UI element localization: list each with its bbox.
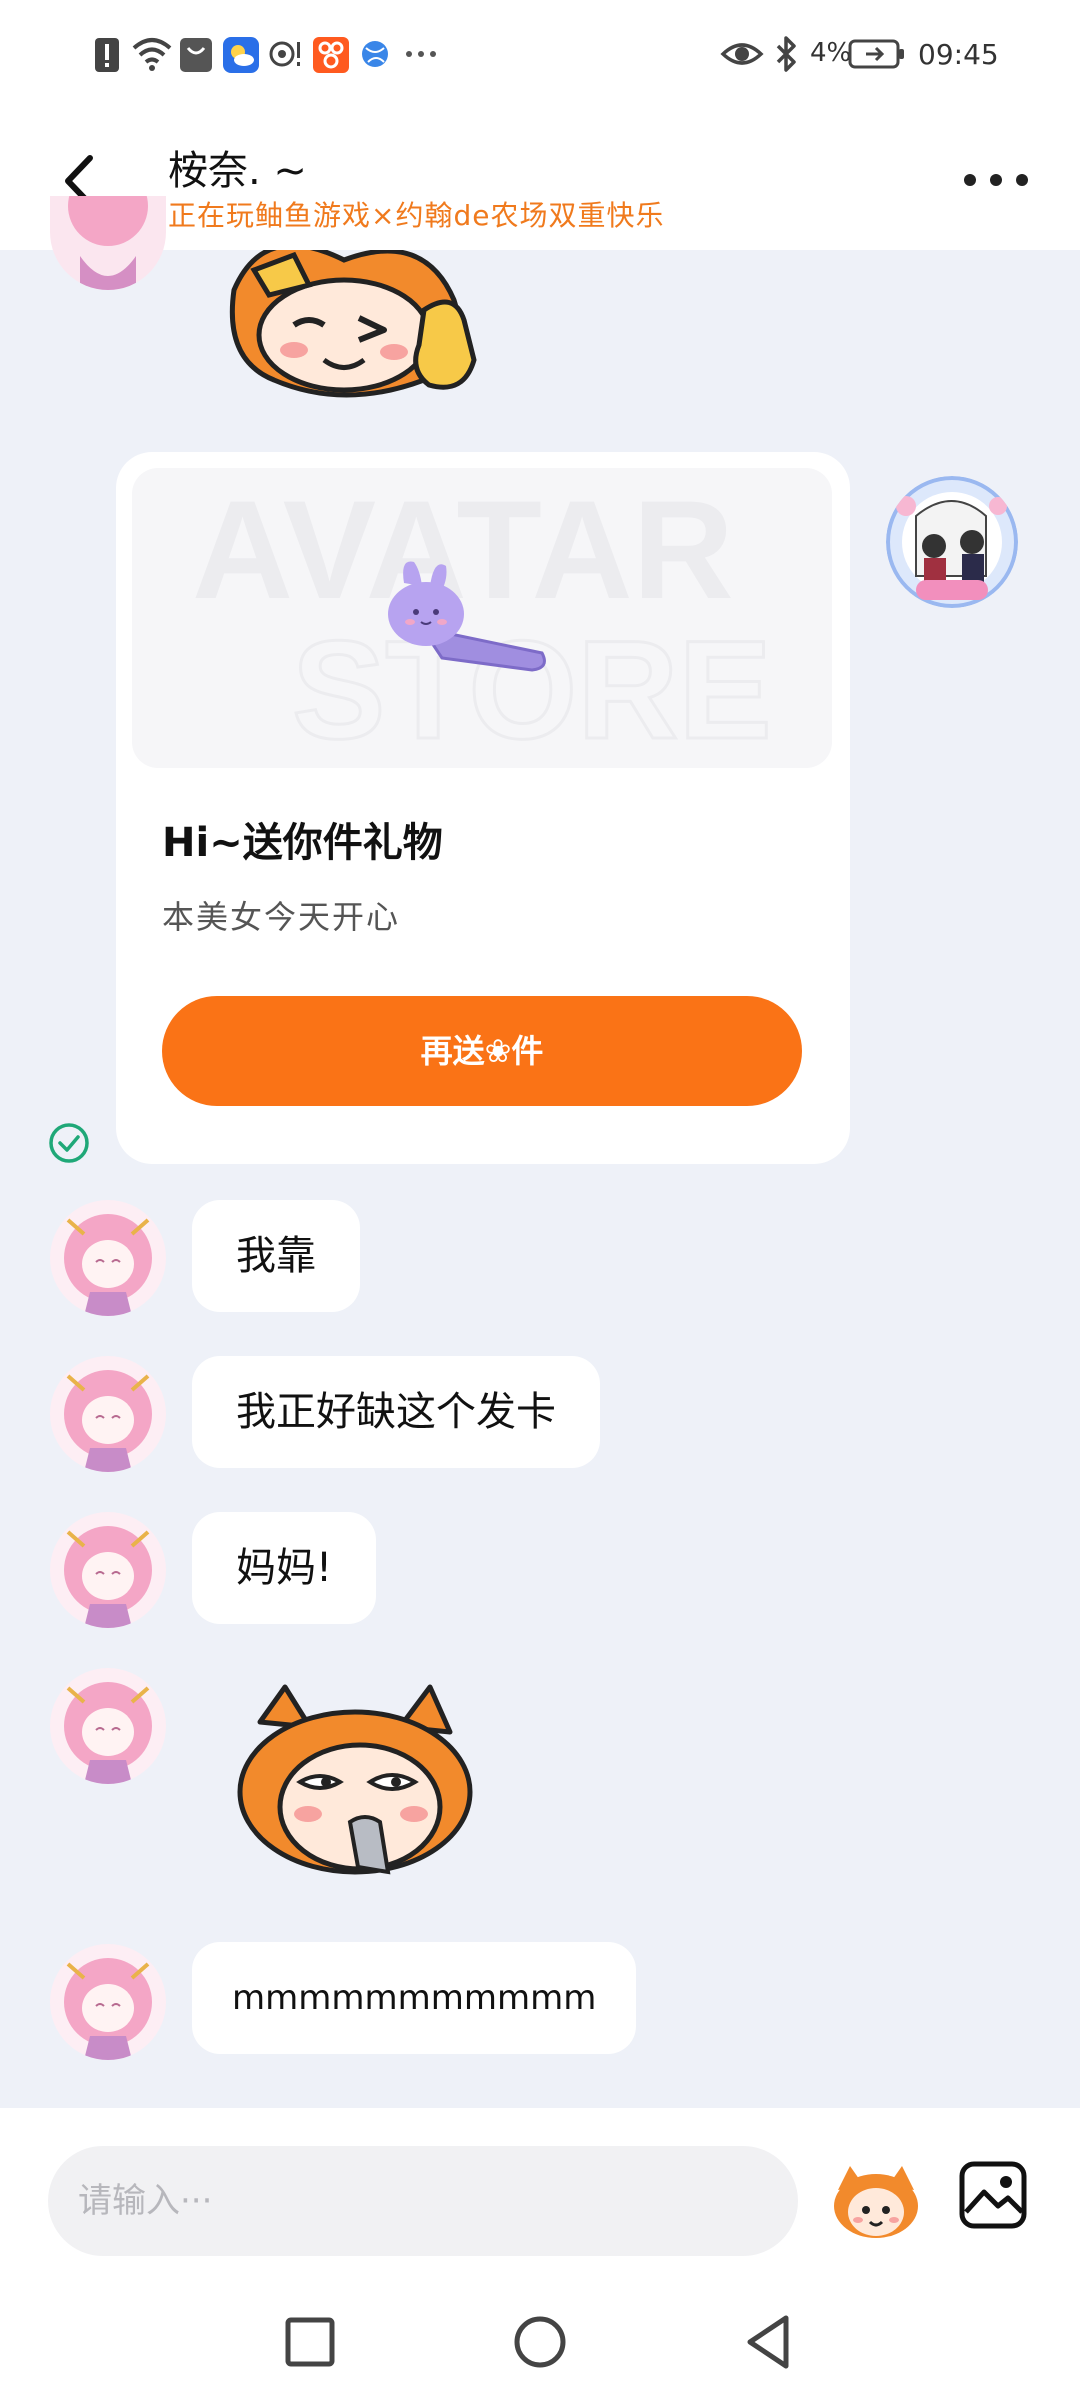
wink-thumbs-up-sticker[interactable] <box>224 250 484 400</box>
more-options-button[interactable] <box>960 160 1032 200</box>
message-bubble[interactable]: 我靠 <box>192 1200 360 1312</box>
contact-avatar[interactable] <box>50 1944 166 2060</box>
weather-icon <box>223 37 259 73</box>
back-nav-button[interactable] <box>730 2302 810 2382</box>
gift-title: Hi~送你件礼物 <box>162 820 443 866</box>
sticker-button[interactable] <box>830 2160 922 2242</box>
message-bubble[interactable]: 我正好缺这个发卡 <box>192 1356 600 1468</box>
gift-image[interactable]: AVATAR STORE <box>132 468 832 768</box>
image-button[interactable] <box>958 2160 1028 2230</box>
clock: 09:45 <box>918 38 999 71</box>
contact-avatar[interactable] <box>50 196 166 290</box>
input-bar <box>0 2108 1080 2278</box>
shopping-bag-icon <box>180 38 212 72</box>
nfc-icon <box>269 41 300 67</box>
gift-card[interactable]: AVATAR STORE Hi~送你件礼物 本美女今天开心 再送❀件 <box>116 452 850 1164</box>
home-button[interactable] <box>500 2302 580 2382</box>
more-notifications-icon <box>406 51 436 57</box>
hair-clip-icon <box>388 561 546 672</box>
bluetooth-icon <box>776 36 796 72</box>
status-bar: 4% 09:45 <box>0 0 1080 110</box>
globe-icon <box>362 41 388 67</box>
eye-icon <box>720 43 764 65</box>
send-another-gift-button[interactable]: 再送❀件 <box>162 996 802 1106</box>
read-check-icon <box>49 1123 89 1163</box>
contact-avatar[interactable] <box>50 1356 166 1472</box>
message-input[interactable] <box>48 2146 798 2256</box>
contact-avatar[interactable] <box>50 1512 166 1628</box>
gift-description: 本美女今天开心 <box>162 898 401 936</box>
system-nav-bar <box>0 2278 1080 2400</box>
contact-name[interactable]: 桉奈. ~ <box>168 138 307 196</box>
my-avatar[interactable] <box>886 476 1018 608</box>
message-bubble[interactable]: mmmmmmmmmmm <box>192 1942 637 2054</box>
wifi-icon <box>132 38 172 71</box>
battery-percent: 4% <box>810 38 852 68</box>
battery-icon <box>848 39 904 69</box>
alert-icon <box>95 38 119 72</box>
eating-sticker[interactable] <box>230 1682 480 1882</box>
contact-avatar[interactable] <box>50 1668 166 1784</box>
contact-status: 正在玩鲉鱼游戏×约翰de农场双重快乐 <box>168 199 665 232</box>
app-icon <box>313 37 349 73</box>
contact-avatar[interactable] <box>50 1200 166 1316</box>
message-bubble[interactable]: 妈妈! <box>192 1512 377 1624</box>
recent-apps-button[interactable] <box>270 2302 350 2382</box>
